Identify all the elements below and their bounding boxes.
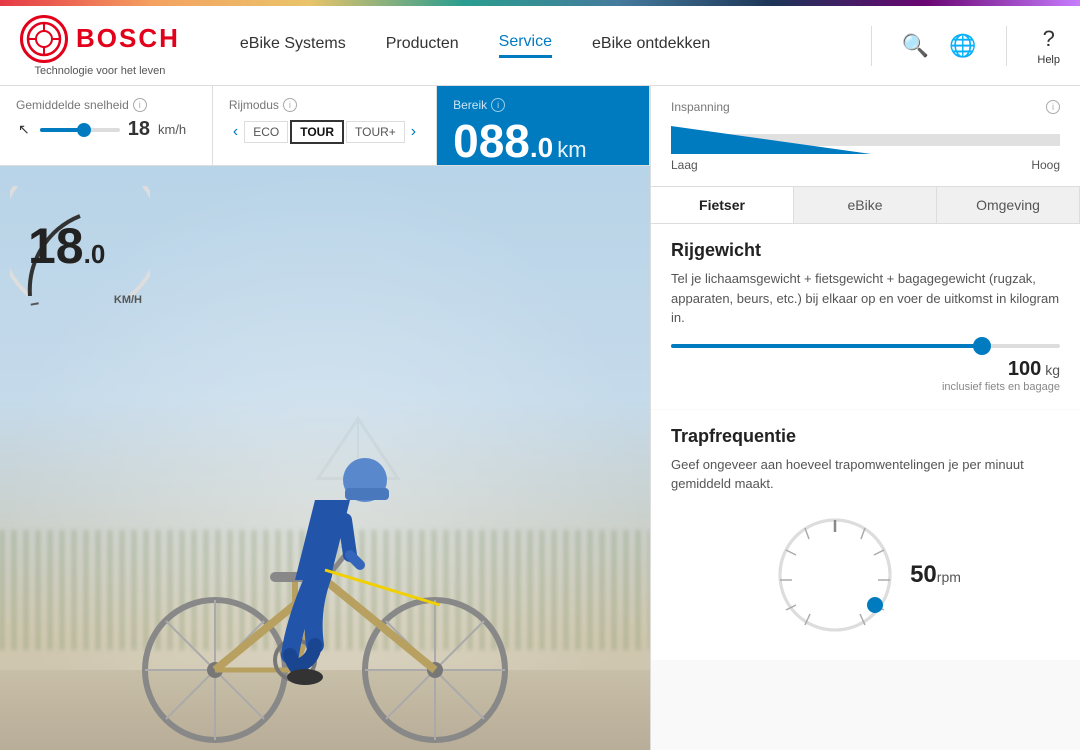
trapfrequentie-section: Trapfrequentie Geef ongeveer aan hoeveel… xyxy=(651,410,1080,660)
rijmodus-label: Rijmodus i xyxy=(229,98,420,112)
bereik-section: Bereik i 088.0 km xyxy=(437,86,650,165)
header: BOSCH Technologie voor het leven eBike S… xyxy=(0,6,1080,86)
help-icon: ? xyxy=(1043,26,1055,52)
inspanning-section: Inspanning i Laag Hoog xyxy=(651,86,1080,187)
mode-arrow-left[interactable]: ‹ xyxy=(229,123,242,141)
cyclist-svg xyxy=(95,380,555,750)
nav-divider-2 xyxy=(1006,26,1007,66)
bereik-value-row: 088.0 km xyxy=(453,116,633,164)
weight-track-fill xyxy=(671,344,982,348)
inspanning-info-icon[interactable]: i xyxy=(1046,100,1060,114)
nav-divider xyxy=(871,26,872,66)
speed-slider-thumb[interactable] xyxy=(77,123,91,137)
snelheid-info-icon[interactable]: i xyxy=(133,98,147,112)
mode-arrow-right[interactable]: › xyxy=(407,123,420,141)
tab-ebike[interactable]: eBike xyxy=(794,187,937,223)
inspanning-label-row: Inspanning i xyxy=(671,100,1060,114)
bereik-unit: km xyxy=(557,137,586,163)
right-panel: Inspanning i Laag Hoog Fietser eBike Omg… xyxy=(650,86,1080,750)
trapfrequentie-desc: Geef ongeveer aan hoeveel trapomwentelin… xyxy=(671,455,1060,494)
bosch-logo-circle xyxy=(20,15,68,63)
snelheid-section: Gemiddelde snelheid i ↖ 18 km/h xyxy=(0,86,213,165)
nav-producten[interactable]: Producten xyxy=(386,35,459,57)
rpm-unit: rpm xyxy=(937,569,961,585)
weight-track[interactable] xyxy=(671,344,1060,348)
mode-tour[interactable]: TOUR xyxy=(290,120,344,144)
inspanning-slider-area: Laag Hoog xyxy=(671,126,1060,172)
speed-value: 18 xyxy=(128,118,150,141)
main-nav: eBike Systems Producten Service eBike on… xyxy=(240,33,861,58)
speed-unit: km/h xyxy=(158,122,186,137)
inspanning-triangle[interactable] xyxy=(671,126,871,154)
speed-slider[interactable] xyxy=(40,128,120,132)
bereik-label: Bereik i xyxy=(453,98,633,112)
globe-button[interactable]: 🌐 xyxy=(949,33,976,59)
inspanning-low: Laag xyxy=(671,158,698,172)
help-button[interactable]: ? Help xyxy=(1037,26,1060,66)
cyclist-illustration xyxy=(0,254,650,750)
tab-buttons: Fietser eBike Omgeving xyxy=(651,187,1080,224)
weight-value-row: 100 kg xyxy=(671,358,1060,381)
nav-ebike-ontdekken[interactable]: eBike ontdekken xyxy=(592,35,710,57)
tab-omgeving[interactable]: Omgeving xyxy=(937,187,1080,223)
logo-tagline: Technologie voor het leven xyxy=(35,65,166,77)
inspanning-labels: Laag Hoog xyxy=(671,158,1060,172)
bosch-logo-text: BOSCH xyxy=(76,23,180,54)
rijgewicht-section: Rijgewicht Tel je lichaamsgewicht + fiet… xyxy=(651,224,1080,409)
rijmodus-info-icon[interactable]: i xyxy=(283,98,297,112)
rpm-value: 50 xyxy=(910,561,937,589)
cursor-icon: ↖ xyxy=(18,121,30,138)
logo-area: BOSCH Technologie voor het leven xyxy=(20,15,180,77)
nav-ebike-systems[interactable]: eBike Systems xyxy=(240,35,346,57)
mode-eco[interactable]: ECO xyxy=(244,121,288,143)
tab-fietser[interactable]: Fietser xyxy=(651,187,794,223)
weight-note: inclusief fiets en bagage xyxy=(671,381,1060,393)
help-label: Help xyxy=(1037,54,1060,66)
main-content: Gemiddelde snelheid i ↖ 18 km/h Rijmodus xyxy=(0,86,1080,750)
nav-service[interactable]: Service xyxy=(499,33,552,58)
inspanning-high: Hoog xyxy=(1031,158,1060,172)
rijgewicht-title: Rijgewicht xyxy=(671,240,1060,261)
weight-thumb[interactable] xyxy=(973,337,991,355)
rpm-dial-container: 50 rpm xyxy=(671,510,1060,640)
rijgewicht-desc: Tel je lichaamsgewicht + fietsgewicht + … xyxy=(671,269,1060,328)
bike-image-area: 18 .0 KM/H xyxy=(0,166,650,750)
weight-slider-container xyxy=(671,344,1060,348)
controls-bar: Gemiddelde snelheid i ↖ 18 km/h Rijmodus xyxy=(0,86,650,166)
left-panel: Gemiddelde snelheid i ↖ 18 km/h Rijmodus xyxy=(0,86,650,750)
globe-icon: 🌐 xyxy=(949,33,976,59)
mode-selector: ‹ ECO TOUR TOUR+ › xyxy=(229,120,420,144)
rpm-dial-svg[interactable] xyxy=(770,510,900,640)
nav-right: 🔍 🌐 ? Help xyxy=(861,26,1060,66)
inspanning-track-container xyxy=(671,126,1060,154)
speed-control: ↖ 18 km/h xyxy=(16,118,196,141)
search-icon: 🔍 xyxy=(902,33,929,59)
weight-unit: kg xyxy=(1045,362,1060,378)
search-button[interactable]: 🔍 xyxy=(902,33,929,59)
weight-value: 100 xyxy=(1008,358,1041,381)
bereik-info-icon[interactable]: i xyxy=(491,98,505,112)
snelheid-label: Gemiddelde snelheid i xyxy=(16,98,196,112)
mode-tour-plus[interactable]: TOUR+ xyxy=(346,121,405,143)
rpm-readout: 50 rpm xyxy=(910,561,961,589)
inspanning-label: Inspanning xyxy=(671,100,730,114)
bereik-value: 088.0 xyxy=(453,118,553,164)
trapfrequentie-title: Trapfrequentie xyxy=(671,426,1060,447)
rijmodus-section: Rijmodus i ‹ ECO TOUR TOUR+ › xyxy=(213,86,437,165)
